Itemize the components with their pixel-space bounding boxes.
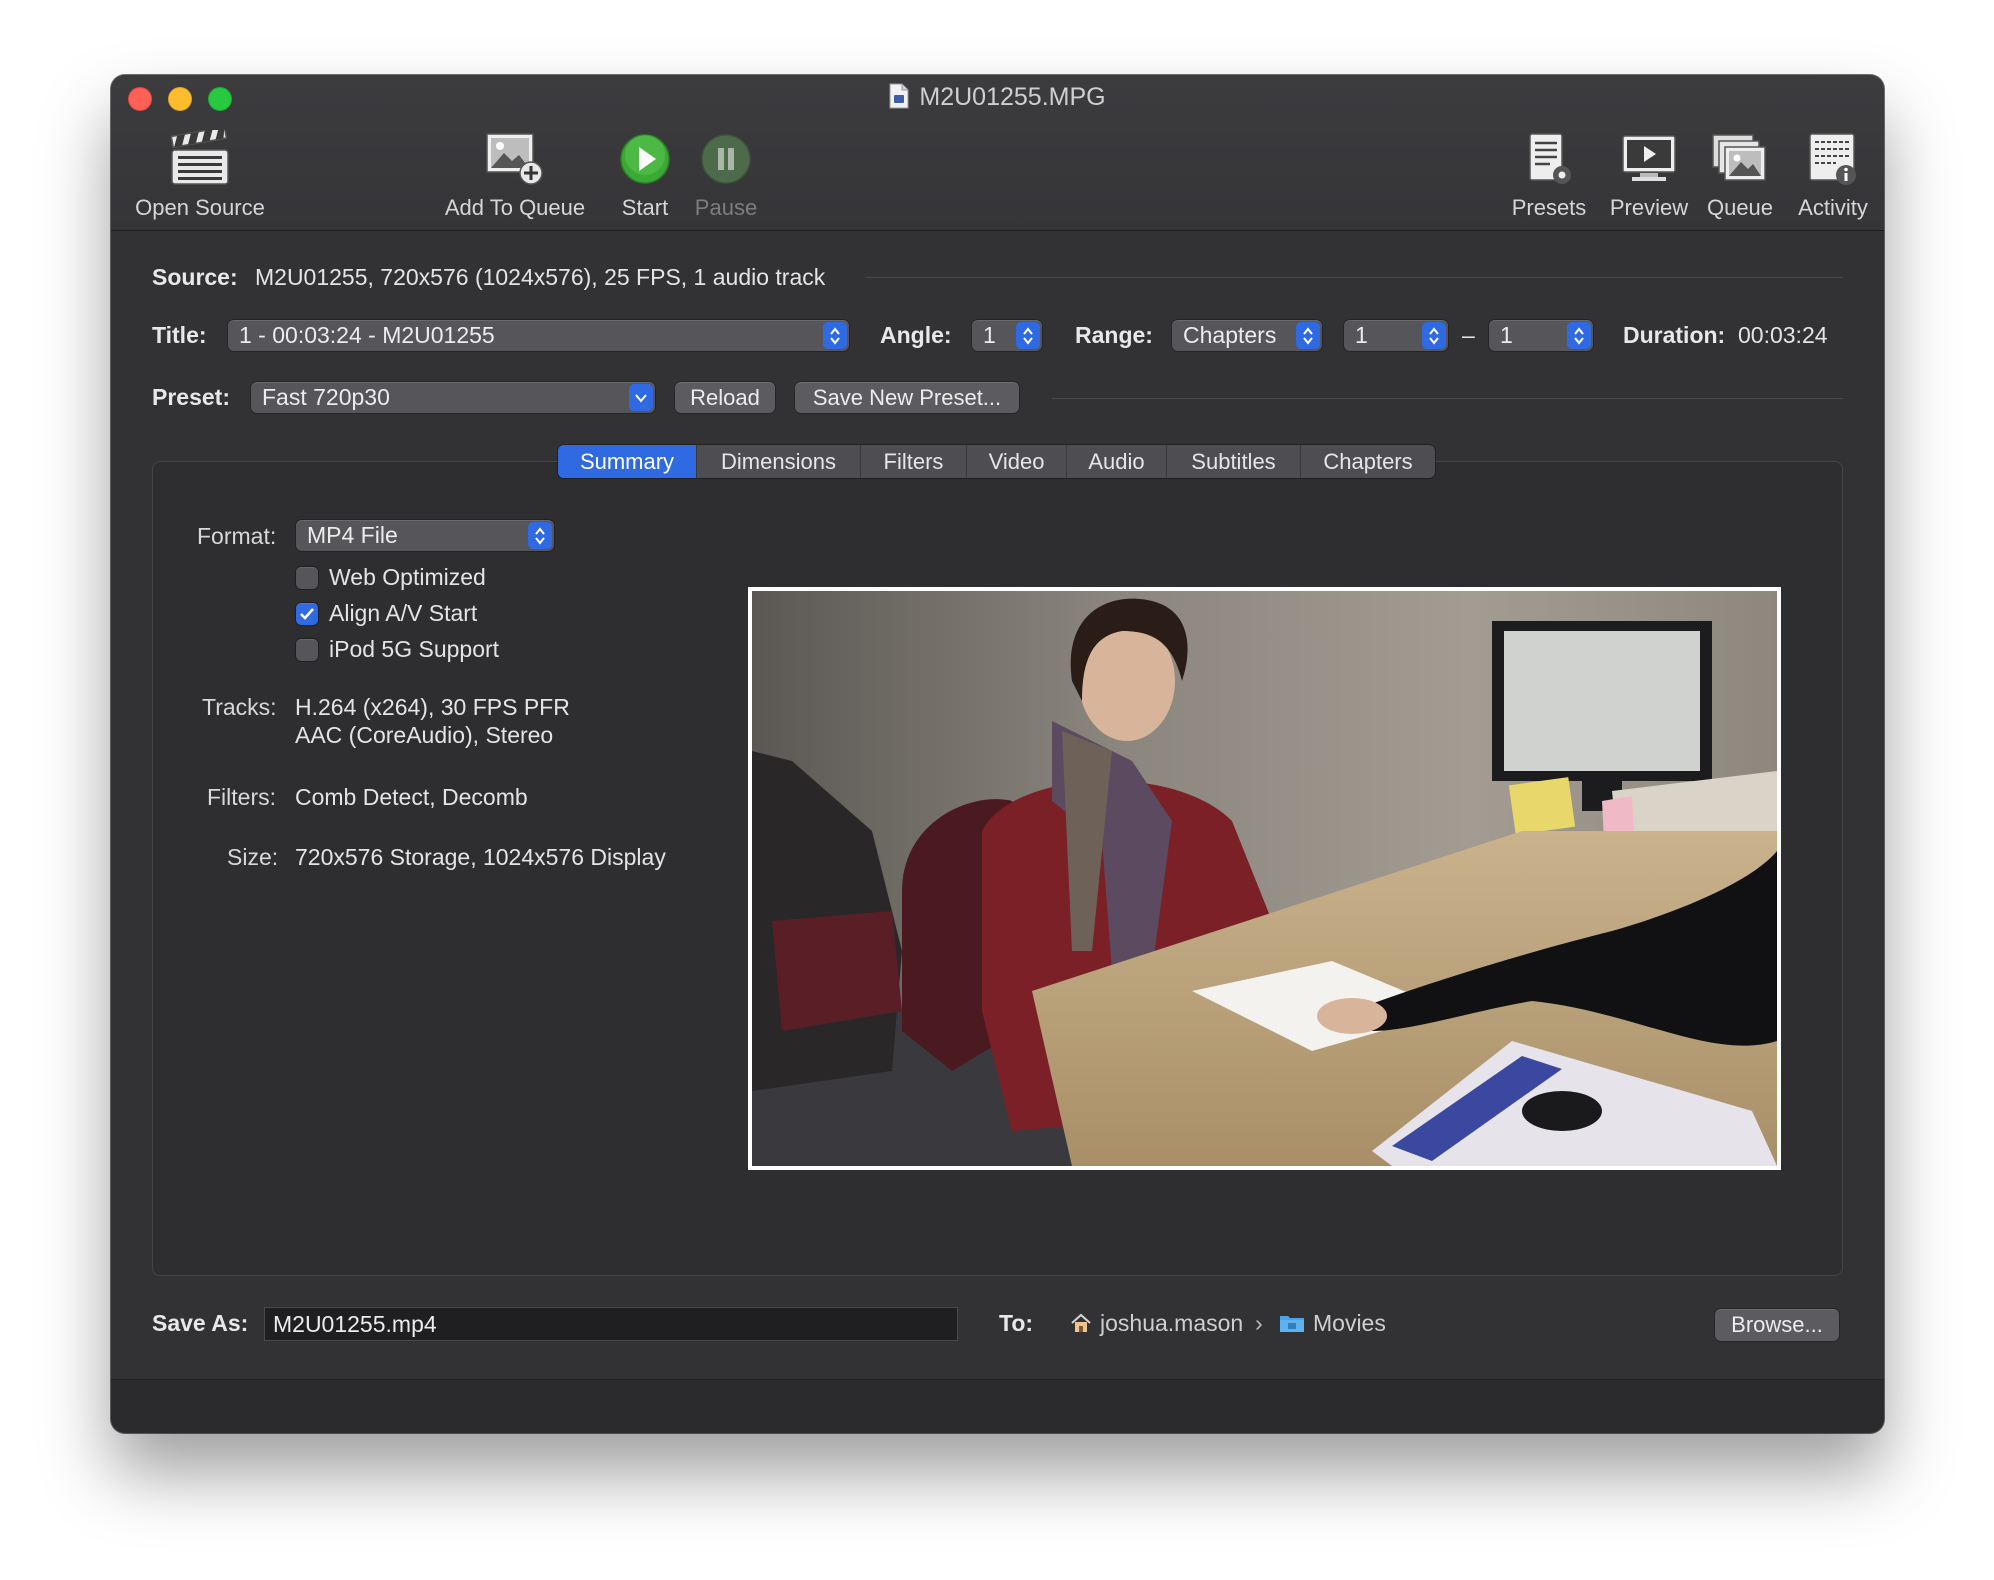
preset-label: Preset: bbox=[152, 384, 230, 410]
activity-icon bbox=[1783, 127, 1883, 191]
add-to-queue-button[interactable]: Add To Queue bbox=[435, 127, 595, 221]
tracks-line-1: H.264 (x264), 30 FPS PFR bbox=[295, 694, 570, 720]
pause-icon bbox=[676, 127, 776, 191]
tab-chapters[interactable]: Chapters bbox=[1301, 445, 1435, 478]
tab-dimensions[interactable]: Dimensions bbox=[697, 445, 861, 478]
chevron-updown-icon bbox=[1296, 322, 1320, 349]
activity-button[interactable]: Activity bbox=[1783, 127, 1883, 221]
save-new-preset-button[interactable]: Save New Preset... bbox=[795, 382, 1019, 413]
range-type-value: Chapters bbox=[1183, 322, 1277, 348]
checkmark-icon bbox=[300, 608, 314, 620]
format-popup[interactable]: MP4 File bbox=[296, 520, 554, 551]
tab-video[interactable]: Video bbox=[967, 445, 1067, 478]
source-label: Source: bbox=[152, 264, 238, 290]
tab-audio[interactable]: Audio bbox=[1067, 445, 1167, 478]
to-label: To: bbox=[999, 1310, 1034, 1336]
queue-icon bbox=[1695, 127, 1785, 191]
title-popup-value: 1 - 00:03:24 - M2U01255 bbox=[239, 322, 495, 348]
tab-bar: Summary Dimensions Filters Video Audio S… bbox=[558, 445, 1435, 478]
web-optimized-checkbox[interactable] bbox=[296, 567, 318, 589]
chevron-updown-icon bbox=[1422, 322, 1446, 349]
range-type-popup[interactable]: Chapters bbox=[1172, 320, 1322, 351]
window-title: M2U01255.MPG bbox=[111, 83, 1884, 116]
chevron-updown-icon bbox=[1016, 322, 1040, 349]
pause-button[interactable]: Pause bbox=[676, 127, 776, 221]
range-label: Range: bbox=[1075, 322, 1153, 348]
tracks-line-2: AAC (CoreAudio), Stereo bbox=[295, 722, 554, 748]
align-av-start-label: Align A/V Start bbox=[329, 600, 478, 626]
home-icon bbox=[1070, 1312, 1092, 1334]
presets-icon bbox=[1499, 127, 1599, 191]
tab-filters[interactable]: Filters bbox=[861, 445, 967, 478]
pause-label: Pause bbox=[694, 195, 758, 220]
source-info: M2U01255, 720x576 (1024x576), 25 FPS, 1 … bbox=[255, 264, 826, 290]
browse-button[interactable]: Browse... bbox=[1715, 1309, 1839, 1341]
range-start-value: 1 bbox=[1355, 322, 1368, 348]
chevron-updown-icon bbox=[1567, 322, 1591, 349]
queue-button[interactable]: Queue bbox=[1695, 127, 1785, 221]
ipod-5g-support-label: iPod 5G Support bbox=[329, 636, 500, 662]
open-source-button[interactable]: Open Source bbox=[125, 127, 275, 221]
format-popup-value: MP4 File bbox=[307, 522, 398, 548]
title-popup[interactable]: 1 - 00:03:24 - M2U01255 bbox=[228, 320, 849, 351]
queue-label: Queue bbox=[1706, 195, 1774, 220]
add-to-queue-label: Add To Queue bbox=[444, 195, 586, 220]
add-to-queue-icon bbox=[435, 127, 595, 191]
angle-label: Angle: bbox=[880, 322, 952, 348]
align-av-start-checkbox[interactable] bbox=[296, 603, 318, 625]
web-optimized-label: Web Optimized bbox=[329, 564, 486, 590]
duration-value: 00:03:24 bbox=[1738, 322, 1828, 348]
preview-icon bbox=[1594, 127, 1704, 191]
preset-separator bbox=[1052, 398, 1843, 399]
range-dash: – bbox=[1462, 322, 1475, 348]
path-home[interactable]: joshua.mason bbox=[1100, 1310, 1243, 1337]
document-icon bbox=[889, 83, 909, 116]
tab-summary[interactable]: Summary bbox=[558, 445, 697, 478]
format-label: Format: bbox=[197, 523, 277, 549]
folder-icon bbox=[1279, 1313, 1305, 1333]
activity-label: Activity bbox=[1798, 195, 1868, 220]
video-preview-image bbox=[748, 587, 1781, 1170]
reload-button[interactable]: Reload bbox=[675, 382, 775, 413]
preset-popup[interactable]: Fast 720p30 bbox=[251, 382, 655, 413]
range-start-popup[interactable]: 1 bbox=[1344, 320, 1448, 351]
chevron-updown-icon bbox=[528, 522, 552, 549]
range-end-value: 1 bbox=[1500, 322, 1513, 348]
angle-popup[interactable]: 1 bbox=[972, 320, 1042, 351]
size-value: 720x576 Storage, 1024x576 Display bbox=[295, 844, 666, 870]
duration-label: Duration: bbox=[1623, 322, 1726, 348]
path-separator: › bbox=[1255, 1310, 1263, 1336]
size-label: Size: bbox=[227, 844, 279, 870]
clapperboard-icon bbox=[125, 127, 275, 191]
save-as-field[interactable]: M2U01255.mp4 bbox=[264, 1307, 958, 1341]
title-label: Title: bbox=[152, 322, 207, 348]
path-folder[interactable]: Movies bbox=[1313, 1310, 1386, 1337]
ipod-5g-support-checkbox[interactable] bbox=[296, 639, 318, 661]
status-bar bbox=[111, 1379, 1884, 1433]
preview-button[interactable]: Preview bbox=[1594, 127, 1704, 221]
window-title-text: M2U01255.MPG bbox=[919, 83, 1106, 111]
tracks-label: Tracks: bbox=[202, 694, 277, 720]
preset-popup-value: Fast 720p30 bbox=[262, 384, 390, 410]
source-separator bbox=[865, 277, 1843, 278]
range-end-popup[interactable]: 1 bbox=[1489, 320, 1593, 351]
preview-label: Preview bbox=[1609, 195, 1689, 220]
filters-value: Comb Detect, Decomb bbox=[295, 784, 528, 810]
save-as-label: Save As: bbox=[152, 1310, 249, 1336]
angle-popup-value: 1 bbox=[983, 322, 996, 348]
presets-button[interactable]: Presets bbox=[1499, 127, 1599, 221]
title-bar: M2U01255.MPG Open Source Add To Queue St… bbox=[111, 75, 1884, 231]
presets-label: Presets bbox=[1511, 195, 1587, 220]
open-source-label: Open Source bbox=[135, 195, 265, 220]
chevron-updown-icon bbox=[823, 322, 847, 349]
filters-label: Filters: bbox=[207, 784, 276, 810]
chevron-down-icon bbox=[629, 384, 653, 411]
tab-subtitles[interactable]: Subtitles bbox=[1167, 445, 1301, 478]
